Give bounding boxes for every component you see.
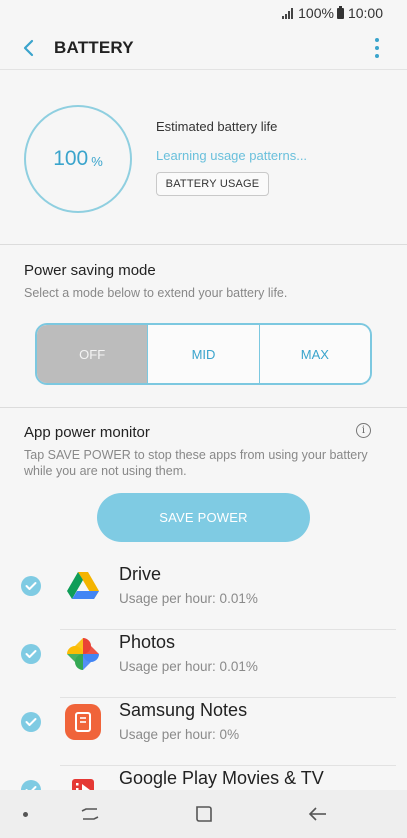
more-options-button[interactable] <box>367 38 387 58</box>
navigation-bar <box>0 790 407 838</box>
app-power-monitor-description: Tap SAVE POWER to stop these apps from u… <box>24 448 368 478</box>
checkbox[interactable] <box>21 712 41 732</box>
samsung-notes-icon <box>65 704 101 740</box>
learning-usage-text: Learning usage patterns... <box>156 148 308 163</box>
battery-status-icon <box>336 5 344 19</box>
mode-mid-button[interactable]: MID <box>147 325 259 383</box>
google-drive-icon <box>67 572 99 599</box>
list-item[interactable]: Photos Usage per hour: 0.01% <box>0 630 407 698</box>
app-bar: BATTERY <box>0 26 407 70</box>
power-mode-selector: OFF MID MAX <box>35 323 372 385</box>
checkbox[interactable] <box>21 576 41 596</box>
mode-off-button[interactable]: OFF <box>37 325 148 383</box>
home-button[interactable] <box>192 802 216 826</box>
recent-apps-button[interactable] <box>78 802 102 826</box>
list-item[interactable]: Drive Usage per hour: 0.01% <box>0 562 407 630</box>
info-icon[interactable]: i <box>356 423 371 438</box>
google-photos-icon <box>67 638 99 670</box>
battery-level-unit: % <box>91 153 103 169</box>
battery-level-value: 100 <box>53 147 89 170</box>
signal-icon <box>282 7 294 19</box>
page-title: BATTERY <box>54 37 134 57</box>
mode-max-button[interactable]: MAX <box>258 325 370 383</box>
nav-dot-icon[interactable] <box>23 812 28 817</box>
app-usage: Usage per hour: 0.01% <box>119 591 258 606</box>
back-arrow-icon <box>23 39 34 56</box>
battery-level-ring: 100 % <box>24 105 132 213</box>
checkmark-icon <box>25 582 37 590</box>
status-bar: 100% 10:00 <box>0 0 407 26</box>
list-item[interactable]: Samsung Notes Usage per hour: 0% <box>0 698 407 766</box>
battery-percent-text: 100% <box>298 5 334 21</box>
back-nav-button[interactable] <box>306 802 330 826</box>
checkmark-icon <box>25 718 37 726</box>
checkmark-icon <box>25 650 37 658</box>
app-name: Drive <box>119 564 162 584</box>
app-power-monitor-title: App power monitor <box>24 424 150 441</box>
back-button[interactable] <box>14 33 44 63</box>
battery-summary-card: 100 % Estimated battery life Learning us… <box>0 71 407 245</box>
power-saving-section: Power saving mode Select a mode below to… <box>0 245 407 408</box>
app-usage: Usage per hour: 0% <box>119 727 240 742</box>
app-usage: Usage per hour: 0.01% <box>119 659 258 674</box>
estimated-battery-life-label: Estimated battery life <box>156 119 278 134</box>
more-dots-icon <box>375 38 379 42</box>
battery-usage-button[interactable]: BATTERY USAGE <box>156 172 269 196</box>
clock-text: 10:00 <box>347 5 383 21</box>
app-name: Samsung Notes <box>119 700 248 720</box>
app-name: Google Play Movies & TV <box>119 768 324 788</box>
power-saving-subtitle: Select a mode below to extend your batte… <box>24 286 288 300</box>
app-name: Photos <box>119 632 176 652</box>
power-saving-title: Power saving mode <box>24 262 156 279</box>
save-power-button[interactable]: SAVE POWER <box>97 493 310 542</box>
checkbox[interactable] <box>21 644 41 664</box>
